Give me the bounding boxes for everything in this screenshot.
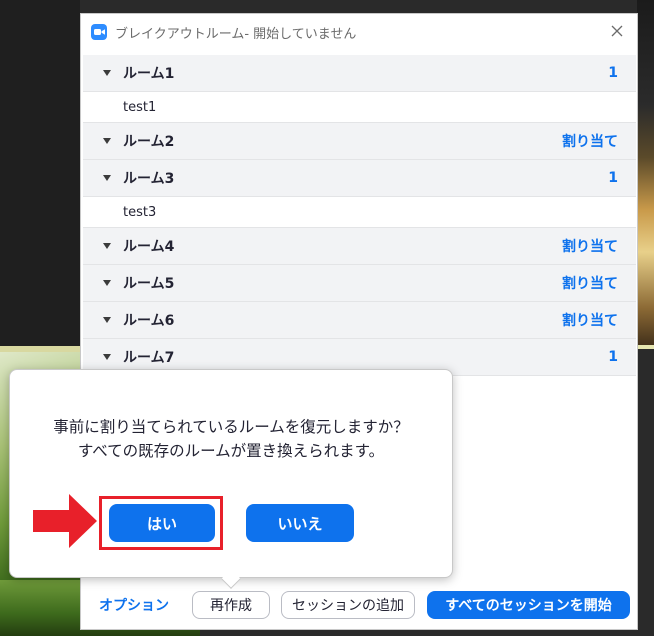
room-name: ルーム2 bbox=[123, 134, 175, 150]
caret-down-icon[interactable] bbox=[103, 175, 111, 181]
desktop-background bbox=[637, 345, 654, 636]
room-row-5[interactable]: ルーム5 割り当て bbox=[83, 265, 636, 302]
close-icon[interactable] bbox=[609, 23, 625, 39]
desktop-background bbox=[0, 0, 80, 350]
room-list: ルーム1 1 test1 ルーム2 割り当て ルーム3 1 test3 ルーム4… bbox=[83, 55, 636, 376]
caret-down-icon[interactable] bbox=[103, 138, 111, 144]
room-name: ルーム1 bbox=[123, 66, 175, 82]
desktop-background bbox=[637, 345, 654, 349]
room-participant-count: 1 bbox=[608, 170, 618, 186]
room-member[interactable]: test1 bbox=[83, 92, 636, 123]
caret-down-icon[interactable] bbox=[103, 317, 111, 323]
room-row-4[interactable]: ルーム4 割り当て bbox=[83, 228, 636, 265]
caret-down-icon[interactable] bbox=[103, 70, 111, 76]
room-name: ルーム6 bbox=[123, 313, 175, 329]
desktop-wallpaper-sunset bbox=[637, 0, 654, 350]
bottom-toolbar: オプション 再作成 セッションの追加 すべてのセッションを開始 bbox=[81, 589, 637, 621]
assign-link[interactable]: 割り当て bbox=[562, 131, 618, 151]
window-titlebar: ブレイクアウトルーム- 開始していません bbox=[81, 14, 637, 50]
room-row-2[interactable]: ルーム2 割り当て bbox=[83, 123, 636, 160]
yes-button[interactable]: はい bbox=[109, 504, 215, 542]
add-session-button[interactable]: セッションの追加 bbox=[281, 591, 415, 619]
room-row-1[interactable]: ルーム1 1 bbox=[83, 55, 636, 92]
room-name: ルーム7 bbox=[123, 350, 175, 366]
zoom-camera-icon bbox=[91, 24, 107, 40]
room-row-6[interactable]: ルーム6 割り当て bbox=[83, 302, 636, 339]
assign-link[interactable]: 割り当て bbox=[562, 310, 618, 330]
room-name: ルーム5 bbox=[123, 276, 175, 292]
annotation-arrow-icon bbox=[33, 494, 97, 548]
recreate-button[interactable]: 再作成 bbox=[192, 591, 270, 619]
room-name: ルーム3 bbox=[123, 171, 175, 187]
popup-message-line: 事前に割り当てられているルームを復元しますか？ bbox=[53, 418, 409, 436]
start-all-sessions-button[interactable]: すべてのセッションを開始 bbox=[427, 591, 630, 619]
caret-down-icon[interactable] bbox=[103, 243, 111, 249]
room-name: ルーム4 bbox=[123, 239, 175, 255]
assign-link[interactable]: 割り当て bbox=[562, 236, 618, 256]
room-participant-count: 1 bbox=[608, 349, 618, 365]
no-button[interactable]: いいえ bbox=[246, 504, 354, 542]
room-row-3[interactable]: ルーム3 1 bbox=[83, 160, 636, 197]
popup-message-line: すべての既存のルームが置き換えられます。 bbox=[77, 442, 385, 460]
popup-message: 事前に割り当てられているルームを復元しますか？ すべての既存のルームが置き換えら… bbox=[10, 415, 452, 463]
caret-down-icon[interactable] bbox=[103, 280, 111, 286]
room-member[interactable]: test3 bbox=[83, 197, 636, 228]
assign-link[interactable]: 割り当て bbox=[562, 273, 618, 293]
caret-down-icon[interactable] bbox=[103, 354, 111, 360]
room-participant-count: 1 bbox=[608, 65, 618, 81]
window-title: ブレイクアウトルーム- 開始していません bbox=[115, 26, 357, 42]
options-link[interactable]: オプション bbox=[99, 595, 169, 615]
